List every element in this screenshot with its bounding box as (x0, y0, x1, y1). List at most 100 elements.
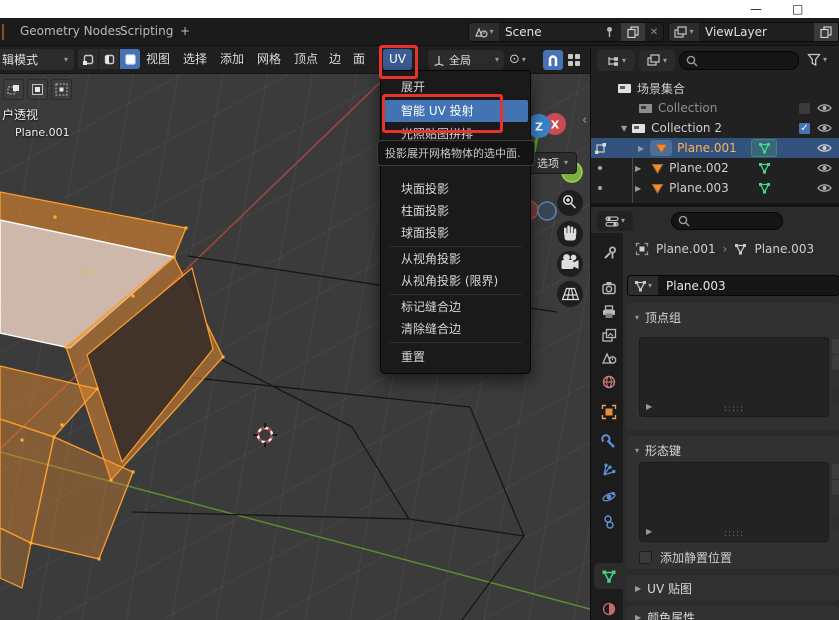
menu-item-mark-seam[interactable]: 标记缝合边 (383, 296, 528, 318)
tab-render[interactable] (594, 275, 623, 301)
list-expand-triangle[interactable]: ▶ (646, 527, 652, 536)
tab-particles[interactable] (594, 457, 623, 483)
add-shape-key-button[interactable] (832, 464, 839, 479)
tab-modifiers[interactable] (594, 429, 623, 455)
tab-tool[interactable] (594, 240, 623, 266)
mesh-name-field[interactable]: ▾ Plane.003 (627, 275, 839, 296)
menu-item-project-from-view[interactable]: 从视角投影 (383, 248, 528, 270)
scene-name[interactable]: Scene (505, 25, 598, 39)
select-subtract-button[interactable] (51, 79, 72, 100)
mode-dropdown[interactable]: 辑模式 ▾ (0, 49, 74, 70)
list-expand-triangle[interactable]: ▶ (646, 402, 652, 411)
view-layer-new-button[interactable] (814, 23, 838, 41)
menu-item-smart-uv-project[interactable]: 智能 UV 投射 (383, 100, 528, 122)
view-layer-name[interactable]: ViewLayer (705, 25, 767, 39)
resize-grip[interactable]: ::::: (724, 404, 744, 414)
color-attributes-panel[interactable]: ▶ 颜色属性 (625, 606, 839, 620)
outliner-row-plane-001[interactable]: ▶ Plane.001 (591, 138, 839, 158)
resize-grip[interactable]: ::::: (724, 529, 744, 539)
eye-icon[interactable] (817, 123, 832, 133)
grid-cage-button[interactable] (557, 281, 583, 307)
tab-constraints[interactable] (594, 509, 623, 535)
menu-item-reset[interactable]: 重置 (383, 346, 528, 368)
viewport-options-button[interactable]: 选项 ▾ (528, 152, 577, 174)
sidebar-collapse-arrow[interactable]: ‹ (582, 113, 587, 128)
menu-item-unwrap[interactable]: 展开 (383, 76, 528, 98)
outliner-filter-type-dropdown[interactable]: ▾ (639, 50, 675, 71)
menu-item-project-from-view-bounds[interactable]: 从视角投影 (限界) (383, 270, 528, 292)
remove-vertex-group-button[interactable] (832, 355, 839, 370)
breadcrumb-data-name[interactable]: Plane.003 (754, 242, 814, 256)
face-select-toggle[interactable] (120, 49, 140, 69)
scene-new-button[interactable] (621, 23, 645, 41)
minimize-button[interactable]: — (750, 1, 762, 17)
expand-triangle[interactable]: ▼ (621, 124, 627, 133)
shape-keys-list[interactable]: ▶ ::::: (639, 462, 829, 542)
tab-object-data[interactable] (594, 563, 623, 589)
tab-object[interactable] (594, 399, 623, 425)
menu-item-clear-seam[interactable]: 清除缝合边 (383, 318, 528, 340)
remove-shape-key-button[interactable] (832, 480, 839, 495)
snap-options-button[interactable] (567, 53, 582, 68)
menu-uv[interactable]: UV (383, 49, 412, 70)
edge-select-toggle[interactable] (99, 49, 119, 69)
outliner-display-mode-dropdown[interactable]: ▾ (597, 50, 635, 71)
eye-icon[interactable] (817, 103, 832, 113)
properties-search-input[interactable] (671, 212, 783, 230)
outliner-row-scene-collection[interactable]: 场景集合 (591, 78, 839, 98)
gizmo-neg-z[interactable] (538, 202, 556, 220)
expand-triangle[interactable]: ▶ (638, 144, 644, 153)
menu-face[interactable]: 面 (353, 46, 365, 73)
outliner-row-plane-003[interactable]: ▶ Plane.003 (591, 178, 839, 198)
tab-scene[interactable] (594, 345, 623, 371)
tab-scripting[interactable]: Scripting (120, 18, 173, 45)
pin-icon[interactable] (604, 26, 615, 38)
outliner-row-collection-2[interactable]: ▼ Collection 2 ✓ (591, 118, 839, 138)
eye-icon[interactable] (817, 183, 832, 193)
eye-icon[interactable] (817, 143, 832, 153)
menu-select[interactable]: 选择 (183, 46, 207, 73)
mesh-name-value[interactable]: Plane.003 (658, 279, 726, 293)
properties-editor-type-dropdown[interactable]: ▾ (597, 211, 633, 231)
view-layer-browse-button[interactable]: ▾ (669, 23, 699, 41)
add-vertex-group-button[interactable] (832, 339, 839, 354)
outliner-row-plane-002[interactable]: ▶ Plane.002 (591, 158, 839, 178)
tab-material[interactable] (594, 596, 623, 620)
menu-vertex[interactable]: 顶点 (294, 46, 318, 73)
expand-triangle[interactable]: ▶ (635, 184, 641, 193)
menu-item-cube-projection[interactable]: 块面投影 (383, 178, 528, 200)
scene-unlink-button[interactable]: ✕ (645, 27, 663, 38)
vertex-groups-header[interactable]: ▾ 顶点组 (625, 303, 839, 326)
scene-selector[interactable]: ▾ Scene ✕ (468, 22, 664, 42)
collection-checkbox-checked[interactable]: ✓ (798, 122, 811, 135)
outliner-filter-button[interactable]: ▾ (807, 53, 827, 66)
vertex-select-toggle[interactable] (78, 49, 98, 69)
menu-view[interactable]: 视图 (146, 46, 170, 73)
tab-geometry-nodes[interactable]: Geometry Nodes (20, 18, 121, 45)
mesh-data-browse-button[interactable]: ▾ (628, 276, 658, 295)
breadcrumb-object-name[interactable]: Plane.001 (656, 242, 716, 256)
menu-item-sphere-projection[interactable]: 球面投影 (383, 222, 528, 244)
shape-key-specials-button[interactable] (832, 514, 839, 530)
menu-edge[interactable]: 边 (329, 46, 341, 73)
eye-icon[interactable] (817, 163, 832, 173)
snap-toggle[interactable] (543, 50, 563, 70)
scene-browse-button[interactable]: ▾ (469, 23, 499, 41)
menu-add[interactable]: 添加 (220, 46, 244, 73)
collection-checkbox[interactable] (798, 102, 811, 115)
shape-keys-header[interactable]: ▾ 形态键 (625, 436, 839, 459)
tab-world[interactable] (594, 369, 623, 395)
view-layer-selector[interactable]: ▾ ViewLayer (668, 22, 839, 42)
rest-position-checkbox[interactable] (639, 551, 652, 564)
selected-mesh[interactable] (0, 192, 225, 588)
menu-item-cylinder-projection[interactable]: 柱面投影 (383, 200, 528, 222)
uv-maps-panel[interactable]: ▶ UV 贴图 (625, 575, 839, 601)
select-set-button[interactable] (3, 79, 24, 100)
expand-triangle[interactable]: ▶ (635, 164, 641, 173)
orientation-dropdown[interactable]: 全局 ▾ (428, 50, 504, 70)
outliner-row-collection[interactable]: Collection (591, 98, 839, 118)
add-workspace-button[interactable]: + (180, 18, 190, 45)
tab-physics[interactable] (594, 484, 623, 510)
proportional-editing-dropdown[interactable]: ⊙ ▾ (509, 52, 526, 68)
select-extend-button[interactable] (27, 79, 48, 100)
